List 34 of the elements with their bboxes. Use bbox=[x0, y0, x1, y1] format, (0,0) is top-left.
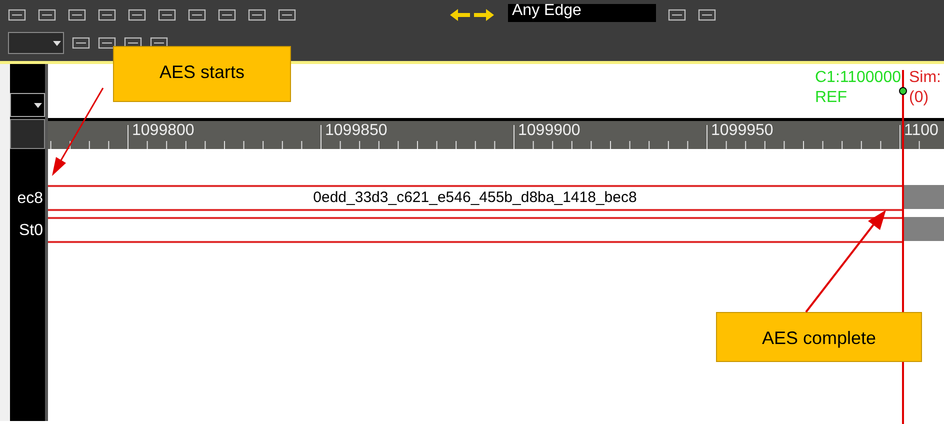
dropdown[interactable] bbox=[10, 93, 45, 117]
toolbar-icon[interactable] bbox=[278, 8, 296, 22]
arrows-icon[interactable] bbox=[448, 8, 496, 22]
cursor-ref: REF bbox=[815, 88, 848, 108]
tick-label: 1099800 bbox=[132, 122, 194, 140]
toolbar-icon[interactable] bbox=[668, 8, 686, 22]
tick-label: 1099850 bbox=[325, 122, 388, 140]
name-header bbox=[10, 119, 45, 149]
callout: AES starts bbox=[113, 46, 291, 102]
cursor-label: C1:1100000 bbox=[815, 68, 901, 88]
tick-label: 1099950 bbox=[711, 122, 774, 140]
toolbar-icon[interactable] bbox=[128, 8, 146, 22]
unknown-value-bar bbox=[904, 217, 944, 241]
toolbar-icon[interactable] bbox=[8, 8, 26, 22]
toolbar-icon[interactable] bbox=[248, 8, 266, 22]
toolbar-icon[interactable] bbox=[72, 36, 90, 50]
toolbar-icon[interactable] bbox=[38, 8, 56, 22]
signal-name[interactable]: St0 bbox=[10, 215, 45, 247]
tick-label: 1100 bbox=[904, 122, 938, 140]
toolbar-icon[interactable] bbox=[98, 8, 116, 22]
toolbar-icon[interactable] bbox=[98, 36, 116, 50]
callout: AES complete bbox=[716, 312, 922, 362]
caret-icon bbox=[32, 100, 44, 110]
toolbar-icon[interactable] bbox=[218, 8, 236, 22]
cursor-marker bbox=[899, 87, 907, 95]
sim-value: (0) bbox=[909, 88, 930, 108]
unknown-value-bar bbox=[904, 185, 944, 209]
sim-label: Sim: bbox=[909, 68, 941, 88]
signal-name[interactable]: ec8 bbox=[10, 183, 45, 215]
toolbar-icon[interactable] bbox=[68, 8, 86, 22]
tick-label: 1099900 bbox=[518, 122, 580, 140]
toolbar-icon[interactable] bbox=[188, 8, 206, 22]
toolbar-icon[interactable] bbox=[158, 8, 176, 22]
signal-waveform: 0edd_33d3_c621_e546_455b_d8ba_1418_bec8 bbox=[48, 185, 902, 211]
